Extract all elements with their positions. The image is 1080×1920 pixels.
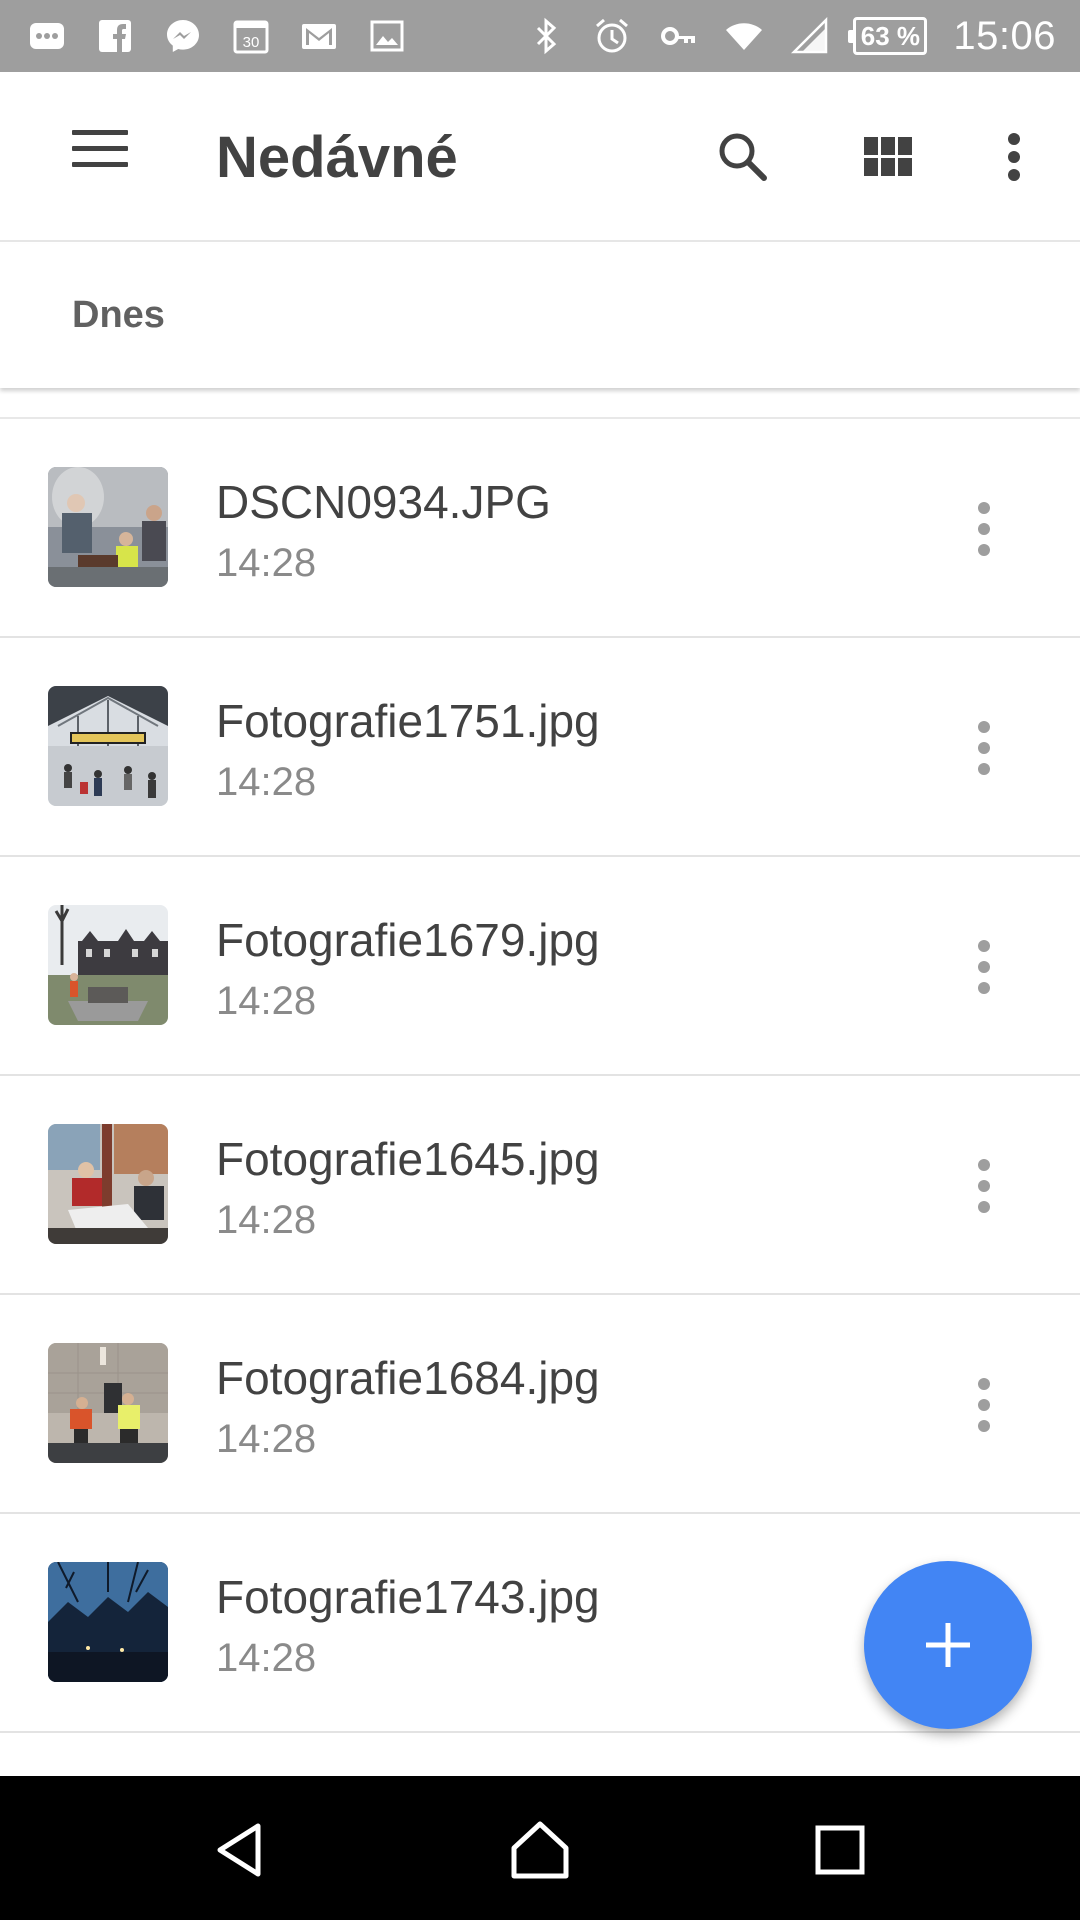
list-item[interactable]: Fotografie1684.jpg 14:28 [0,1295,1080,1514]
vpn-key-icon [655,16,701,56]
back-icon [217,1823,261,1877]
navigation-bar [0,1776,1080,1920]
menu-button[interactable] [72,130,132,184]
notification-icons: 30 [24,16,410,56]
list-item[interactable]: Fotografie1751.jpg 14:28 [0,638,1080,857]
bluetooth-icon [523,16,569,56]
menu-icon-line [72,162,128,167]
file-name: Fotografie1679.jpg [216,914,600,966]
signal-icon [787,16,833,56]
home-button[interactable] [504,1814,576,1886]
list-item[interactable]: DSCN0934.JPG 14:28 [0,419,1080,638]
add-icon [926,1623,970,1667]
search-icon [719,133,767,181]
gmail-icon [296,16,342,56]
file-thumbnail [48,467,168,587]
app-bar: Nedávné [0,72,1080,242]
file-name: Fotografie1645.jpg [216,1133,600,1185]
file-list: DSCN0934.JPG 14:28 Fotografie1751.jpg 14… [0,419,1080,1733]
file-thumbnail [48,1562,168,1682]
file-more-button[interactable] [960,1365,1008,1445]
svg-text:30: 30 [243,34,260,51]
system-icons: 63 % 15:06 [523,14,1056,59]
section-label: Dnes [72,294,165,336]
grid-view-icon [864,137,912,176]
messages-icon [24,16,70,56]
file-time: 14:28 [216,760,317,804]
back-button[interactable] [204,1814,276,1886]
more-vert-icon [978,502,990,514]
section-header: Dnes [0,244,1080,388]
page-title: Nedávné [216,125,458,190]
file-more-button[interactable] [960,489,1008,569]
file-more-button[interactable] [960,927,1008,1007]
add-fab-button[interactable] [864,1561,1032,1729]
status-bar: 30 63 % 15:06 [0,0,1080,72]
menu-icon-line [72,146,128,151]
file-thumbnail [48,1343,168,1463]
home-icon [511,1821,569,1879]
more-vert-icon [978,1159,990,1171]
status-clock: 15:06 [953,13,1056,58]
facebook-icon [92,16,138,56]
recents-button[interactable] [804,1814,876,1886]
file-time: 14:28 [216,1417,317,1461]
file-time: 14:28 [216,979,317,1023]
file-time: 14:28 [216,1636,317,1680]
file-name: DSCN0934.JPG [216,476,551,528]
file-name: Fotografie1743.jpg [216,1571,600,1623]
more-vert-icon [1008,133,1020,181]
file-time: 14:28 [216,541,317,585]
file-more-button[interactable] [960,1146,1008,1226]
file-name: Fotografie1684.jpg [216,1352,600,1404]
file-thumbnail [48,1124,168,1244]
list-item[interactable]: Fotografie1679.jpg 14:28 [0,857,1080,1076]
more-vert-icon [978,940,990,952]
file-thumbnail [48,905,168,1025]
file-time: 14:28 [216,1198,317,1242]
file-thumbnail [48,686,168,806]
more-vert-icon [978,721,990,733]
alarm-icon [589,16,635,56]
grid-view-button[interactable] [853,122,923,192]
list-item[interactable]: Fotografie1645.jpg 14:28 [0,1076,1080,1295]
gallery-icon [364,16,410,56]
battery-indicator: 63 % [848,17,928,55]
calendar-icon: 30 [228,16,274,56]
overflow-menu-button[interactable] [979,122,1049,192]
search-button[interactable] [708,122,778,192]
messenger-icon [160,16,206,56]
file-name: Fotografie1751.jpg [216,695,600,747]
menu-icon [72,130,128,135]
wifi-icon [721,16,767,56]
more-vert-icon [978,1378,990,1390]
recents-icon [815,1825,865,1875]
file-more-button[interactable] [960,708,1008,788]
